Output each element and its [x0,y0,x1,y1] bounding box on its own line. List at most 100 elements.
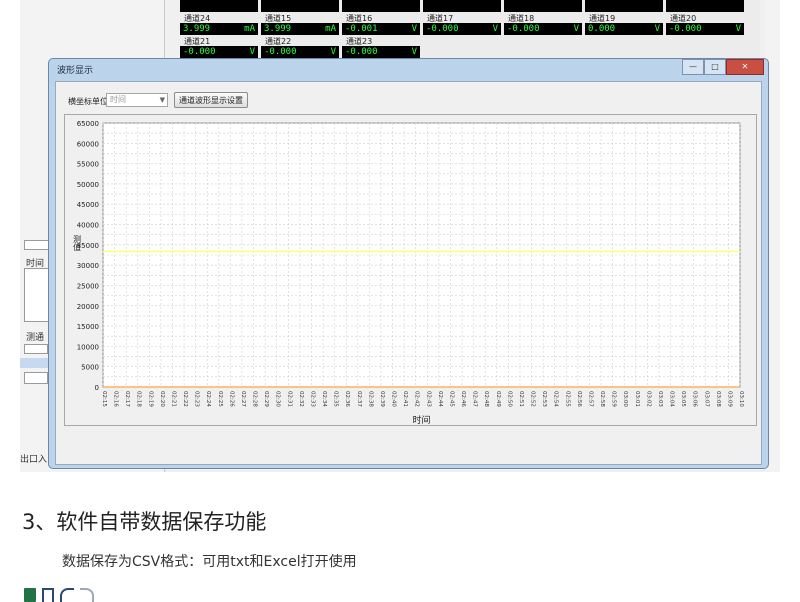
channel-readout: 通道20 -0.000 V [666,14,744,35]
x-tick-label: 02:27 [240,391,246,407]
channel-name: 通道20 [670,14,697,23]
channel-value-display [504,0,582,12]
x-tick-label: 02:24 [205,391,211,407]
x-tick-label: 02:52 [530,391,536,407]
channel-value-display: 0.000 V [585,23,663,35]
channel-name: 通道21 [184,37,211,46]
x-tick-label: 02:34 [321,391,327,407]
channel-readout: 通道23 -0.000 V [342,37,420,58]
channel-value-display [666,0,744,12]
channel-unit: mA [244,24,255,34]
x-tick-label: 02:29 [263,391,269,407]
channel-name: 通道15 [265,14,292,23]
channel-unit: V [411,47,417,57]
channel-value-display: -0.001 V [342,23,420,35]
channel-value: -0.000 [183,47,216,57]
x-tick-label: 02:41 [402,391,408,407]
channel-readout: 通道17 -0.000 V [423,14,501,35]
x-tick-label: 02:19 [147,391,153,407]
channel-readout: 通道19 0.000 V [585,14,663,35]
x-tick-label: 03:05 [680,391,686,407]
x-tick-label: 02:31 [286,391,292,407]
channel-value: 0.000 [588,24,616,34]
background-dropdown[interactable] [24,372,48,384]
x-tick-label: 02:35 [333,391,339,407]
y-tick-label: 60000 [77,140,99,148]
section-heading: 3、软件自带数据保存功能 [22,510,267,534]
x-tick-label: 02:39 [379,391,385,407]
channel-grid: 通道24 3.999 mA 通道15 3.999 mA 通道16 -0.001 V 通道17 -0.… [180,0,760,60]
background-small-field [24,344,48,354]
channel-readout: 通道16 -0.001 V [342,14,420,35]
channel-value: -0.000 [507,24,540,34]
channel-value-display: -0.000 V [180,46,258,58]
channel-value-display [261,0,339,12]
channel-name: 通道19 [589,14,616,23]
y-tick-label: 50000 [77,181,99,189]
y-tick-label: 5000 [81,364,99,372]
x-tick-label: 02:17 [124,391,130,407]
background-status-text: 出口入 [20,455,48,465]
channel-name: 通道24 [184,14,211,23]
x-tick-label: 03:08 [715,391,721,407]
x-tick-label: 02:54 [553,391,559,407]
channel-waveform-settings-button[interactable]: 通道波形显示设置 [174,92,248,108]
x-tick-label: 02:45 [448,391,454,407]
channel-value-display [180,0,258,12]
x-tick-label: 02:42 [414,391,420,407]
channel-name: 通道22 [265,37,292,46]
x-tick-label: 02:16 [113,391,119,407]
channel-value: -0.000 [264,47,297,57]
x-tick-label: 02:44 [437,391,443,407]
x-axis-unit-value: 时间 [110,95,126,104]
x-tick-label: 03:01 [634,391,640,407]
y-tick-label: 25000 [77,282,99,290]
channel-value: -0.000 [669,24,702,34]
channel-unit: V [330,47,336,57]
channel-value-display: -0.000 V [261,46,339,58]
x-tick-label: 02:50 [506,391,512,407]
plot-frame: 0 5000 10000 15000 20000 25000 30000 35000 40000… [64,114,757,426]
x-tick-label: 02:57 [587,391,593,407]
y-tick-label: 15000 [77,323,99,331]
x-tick-label: 02:21 [170,391,176,407]
channel-readout [342,0,420,12]
x-axis-unit-select[interactable]: 时间 ▼ [106,93,168,107]
x-tick-label: 02:55 [564,391,570,407]
channel-unit: V [735,24,741,34]
dialog-client-area: 横坐标单位 时间 ▼ 通道波形显示设置 0 5000 10000 15000 20000… [55,81,762,465]
channel-value: 3.999 [183,24,211,34]
dialog-title: 波形显示 [57,66,94,76]
y-tick-label: 20000 [77,303,99,311]
minimize-button[interactable]: — [682,59,704,75]
channel-value-display: -0.000 V [504,23,582,35]
x-tick-label: 03:02 [645,391,651,407]
channel-unit: V [249,47,255,57]
x-tick-label: 03:00 [622,391,628,407]
channel-name: 通道17 [427,14,454,23]
channel-value: -0.001 [345,24,378,34]
channel-value-display: -0.000 V [666,23,744,35]
x-tick-label: 02:22 [182,391,188,407]
x-tick-label: 03:04 [669,391,675,407]
channel-name: 通道23 [346,37,373,46]
y-tick-label: 10000 [77,343,99,351]
channel-value-display: 3.999 mA [180,23,258,35]
channel-unit: V [573,24,579,34]
x-tick-label: 02:20 [159,391,165,407]
chevron-down-icon: ▼ [159,96,165,104]
close-button[interactable]: ✕ [726,59,764,75]
maximize-button[interactable]: □ [704,59,726,75]
x-tick-label: 02:48 [483,391,489,407]
channel-value-display [423,0,501,12]
y-tick-label: 55000 [77,161,99,169]
x-tick-label: 02:15 [101,391,107,407]
x-tick-label: 02:25 [217,391,223,407]
channel-unit: V [411,24,417,34]
channel-name: 通道18 [508,14,535,23]
x-tick-label: 02:33 [309,391,315,407]
channel-value: 3.999 [264,24,292,34]
x-tick-label: 03:03 [657,391,663,407]
x-tick-label: 02:28 [252,391,258,407]
channel-readout: 通道15 3.999 mA [261,14,339,35]
